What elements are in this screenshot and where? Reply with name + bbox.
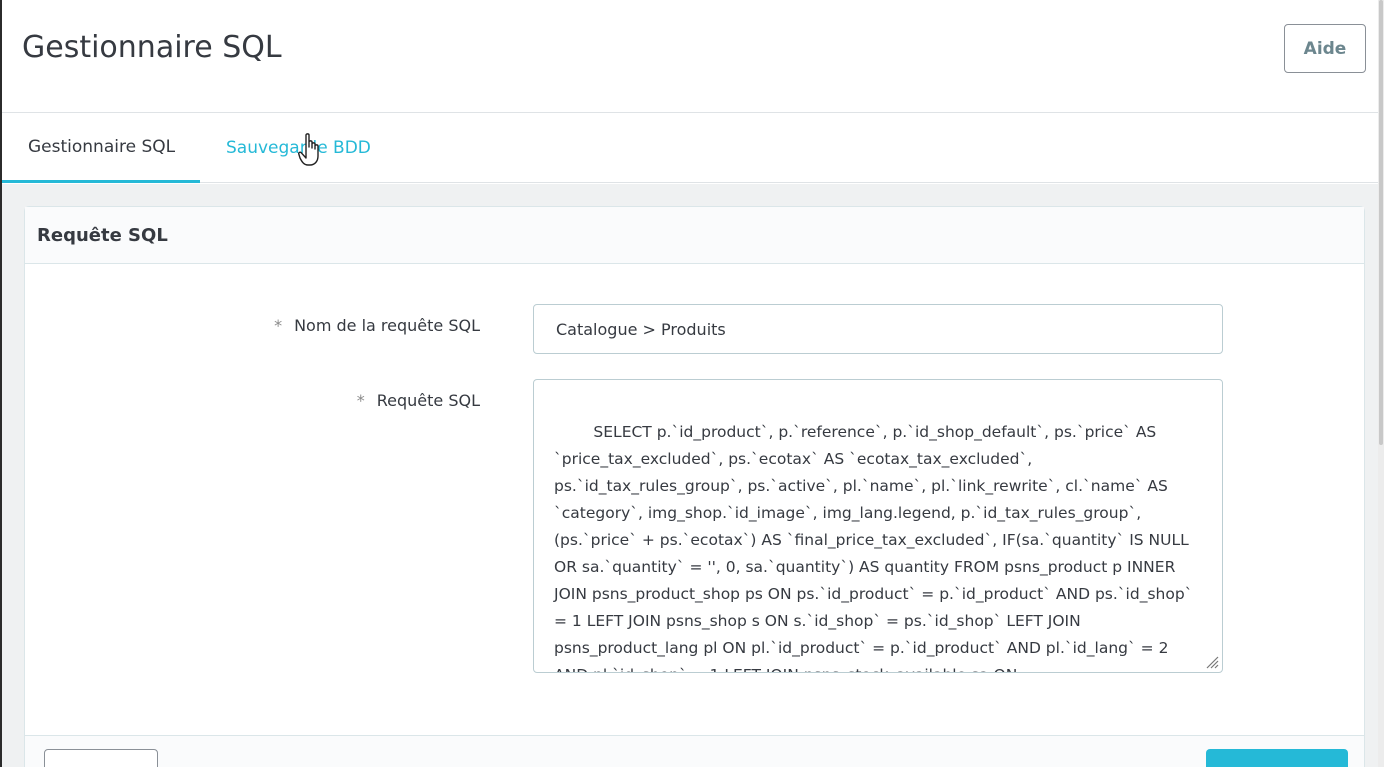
required-marker: * bbox=[356, 391, 365, 410]
query-label: * Requête SQL bbox=[357, 391, 480, 410]
cancel-button[interactable] bbox=[44, 749, 158, 767]
tab-sql-manager[interactable]: Gestionnaire SQL bbox=[2, 113, 200, 183]
save-button[interactable] bbox=[1206, 749, 1348, 767]
sql-query-textarea[interactable]: SELECT p.`id_product`, p.`reference`, p.… bbox=[533, 379, 1223, 673]
page-title: Gestionnaire SQL bbox=[22, 30, 282, 65]
tab-bar: Gestionnaire SQL Sauvegarde BDD bbox=[2, 113, 1378, 183]
query-name-input[interactable]: Catalogue > Produits bbox=[533, 304, 1223, 354]
page-header: Gestionnaire SQL Aide bbox=[2, 0, 1378, 113]
query-label-text: Requête SQL bbox=[376, 391, 480, 410]
page-scrollbar[interactable] bbox=[1378, 0, 1384, 767]
query-name-label: * Nom de la requête SQL bbox=[274, 316, 480, 335]
sql-query-text: SELECT p.`id_product`, p.`reference`, p.… bbox=[554, 423, 1193, 672]
card-footer bbox=[25, 735, 1364, 767]
sql-query-card: Requête SQL * Nom de la requête SQL Catal… bbox=[24, 206, 1365, 767]
query-name-label-text: Nom de la requête SQL bbox=[294, 316, 480, 335]
help-button[interactable]: Aide bbox=[1284, 24, 1366, 73]
required-marker: * bbox=[274, 316, 283, 335]
scrollbar-thumb[interactable] bbox=[1379, 0, 1383, 445]
resize-handle-icon[interactable] bbox=[1205, 655, 1219, 669]
main-content: Requête SQL * Nom de la requête SQL Catal… bbox=[2, 184, 1378, 767]
card-title: Requête SQL bbox=[25, 207, 1364, 264]
hand-pointer-cursor-icon bbox=[298, 133, 319, 166]
